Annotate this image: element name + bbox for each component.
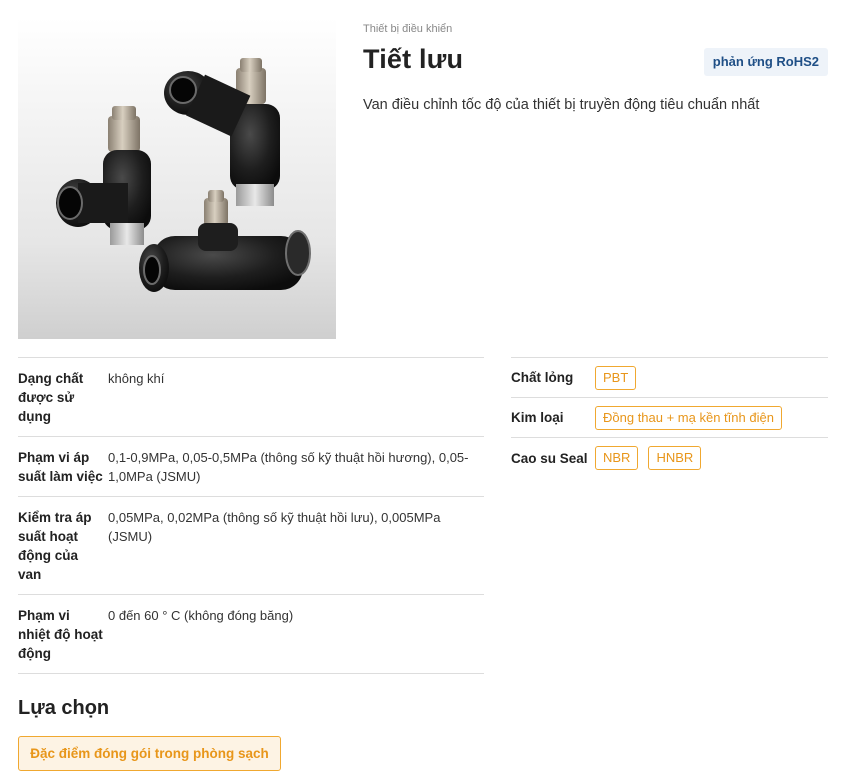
rohs-badge: phản ứng RoHS2 <box>703 48 828 76</box>
spec-row-pressure-range: Phạm vi áp suất làm việc 0,1-0,9MPa, 0,0… <box>18 437 484 497</box>
spec-value: 0,05MPa, 0,02MPa (thông số kỹ thuật hồi … <box>108 510 441 544</box>
material-label: Kim loại <box>511 410 564 425</box>
product-image <box>18 18 336 339</box>
material-table: Chất lỏng PBT Kim loại Đồng thau + mạ kề… <box>511 357 828 478</box>
spec-table: Dạng chất được sử dụng không khí Phạm vi… <box>18 357 484 674</box>
spec-label: Phạm vi nhiệt độ hoạt động <box>18 608 103 661</box>
cleanroom-packaging-option-button[interactable]: Đặc điểm đóng gói trong phòng sạch <box>18 736 281 771</box>
spec-value: 0 đến 60 ° C (không đóng băng) <box>108 608 294 623</box>
spec-value: 0,1-0,9MPa, 0,05-0,5MPa (thông số kỹ thu… <box>108 450 469 484</box>
page-title: Tiết lưu <box>363 44 464 74</box>
material-label: Cao su Seal <box>511 450 588 466</box>
spec-row-fluid: Dạng chất được sử dụng không khí <box>18 358 484 437</box>
spec-label: Phạm vi áp suất làm việc <box>18 450 103 484</box>
material-row-metal: Kim loại Đồng thau + mạ kền tĩnh điện <box>511 398 828 438</box>
material-tag[interactable]: HNBR <box>648 446 702 470</box>
material-row-seal: Cao su Seal NBR HNBR <box>511 438 828 478</box>
product-description: Van điều chỉnh tốc độ của thiết bị truyề… <box>363 97 760 113</box>
product-category: Thiết bị điều khiển <box>363 23 453 35</box>
material-row-plastic: Chất lỏng PBT <box>511 358 828 398</box>
spec-row-temperature: Phạm vi nhiệt độ hoạt động 0 đến 60 ° C … <box>18 595 484 674</box>
material-label: Chất lỏng <box>511 370 574 385</box>
spec-row-valve-pressure: Kiểm tra áp suất hoạt động của van 0,05M… <box>18 497 484 595</box>
material-tag[interactable]: NBR <box>595 446 639 470</box>
material-tag[interactable]: Đồng thau + mạ kền tĩnh điện <box>595 405 782 430</box>
material-tag[interactable]: PBT <box>595 365 637 390</box>
spec-label: Kiểm tra áp suất hoạt động của van <box>18 510 92 582</box>
options-heading: Lựa chọn <box>18 697 110 719</box>
spec-label: Dạng chất được sử dụng <box>18 371 84 424</box>
spec-value: không khí <box>108 371 165 386</box>
speed-controller-fittings-photo <box>56 58 311 292</box>
